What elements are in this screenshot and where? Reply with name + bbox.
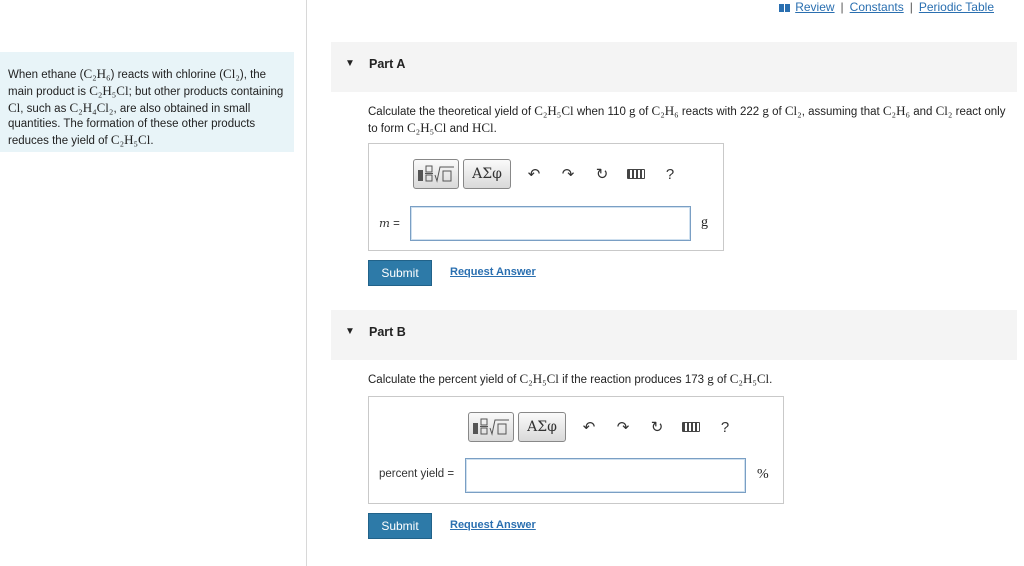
- question-text: of: [768, 106, 785, 118]
- constants-link[interactable]: Constants: [850, 0, 904, 14]
- part-a-label: Part A: [369, 57, 406, 71]
- formula-byproduct: C₂H₄Cl₂: [69, 100, 114, 115]
- question-text: .: [769, 374, 773, 386]
- formula-product: C₂H₅Cl: [110, 132, 151, 147]
- keyboard-icon[interactable]: [676, 412, 706, 442]
- formula-product: C₂H₅Cl: [89, 83, 129, 98]
- question-text: if the reaction produces 173: [558, 374, 708, 386]
- link-separator: |: [840, 0, 844, 14]
- question-text: .: [493, 123, 497, 135]
- question-text: , assuming that: [801, 106, 883, 118]
- part-b-answer-box: ΑΣφ ↶ ↷ ↻ ? percent yield = %: [368, 396, 784, 504]
- variable-m: m: [379, 216, 390, 230]
- formula-ethane: C₂H₆: [882, 103, 911, 118]
- templates-icon: [473, 418, 509, 436]
- answer-unit: %: [757, 467, 769, 482]
- part-a-answer-box: ΑΣφ ↶ ↷ ↻ ? m = g: [368, 143, 724, 251]
- formula-product: C₂H₅Cl: [729, 371, 770, 386]
- formula-cl: Cl: [8, 100, 21, 115]
- variable-label: m =: [379, 216, 400, 230]
- question-text: when 110: [573, 106, 630, 118]
- answer-input[interactable]: [410, 206, 691, 241]
- intro-text: , such as: [20, 103, 70, 115]
- reset-icon[interactable]: ↻: [642, 412, 672, 442]
- question-text: of: [713, 374, 730, 386]
- formula-chlorine: Cl₂: [935, 103, 953, 118]
- question-text: Calculate the theoretical yield of: [368, 106, 535, 118]
- answer-unit: g: [701, 215, 708, 230]
- formula-hcl: HCl: [471, 120, 494, 135]
- formula-ethane: C₂H₆: [83, 66, 111, 81]
- formula-product: C₂H₅Cl: [534, 103, 574, 118]
- answer-input[interactable]: [465, 458, 746, 493]
- request-answer-link[interactable]: Request Answer: [450, 519, 536, 531]
- formula-product: C₂H₅Cl: [406, 120, 447, 135]
- question-text: and: [446, 123, 472, 135]
- request-answer-link[interactable]: Request Answer: [450, 266, 536, 278]
- collapse-triangle-icon[interactable]: ▼: [345, 326, 355, 337]
- greek-letters-button[interactable]: ΑΣφ: [518, 412, 566, 442]
- question-text: and: [910, 106, 936, 118]
- math-toolbar: ΑΣφ ↶ ↷ ↻ ?: [413, 159, 685, 189]
- formula-chlorine: Cl₂: [784, 103, 802, 118]
- part-a-question: Calculate the theoretical yield of C₂H₅C…: [368, 103, 1008, 137]
- templates-button[interactable]: [413, 159, 459, 189]
- column-divider: [306, 0, 307, 566]
- help-icon[interactable]: ?: [710, 412, 740, 442]
- equals-sign: =: [389, 218, 400, 230]
- redo-icon[interactable]: ↷: [553, 159, 583, 189]
- periodic-table-link[interactable]: Periodic Table: [919, 0, 994, 14]
- undo-icon[interactable]: ↶: [574, 412, 604, 442]
- link-separator: |: [909, 0, 913, 14]
- question-text: reacts with 222: [678, 106, 763, 118]
- greek-letters-button[interactable]: ΑΣφ: [463, 159, 511, 189]
- redo-icon[interactable]: ↷: [608, 412, 638, 442]
- problem-intro: When ethane (C₂H₆) reacts with chlorine …: [0, 52, 294, 152]
- formula-ethane: C₂H₆: [651, 103, 679, 118]
- submit-button[interactable]: Submit: [368, 513, 432, 539]
- part-a-header[interactable]: ▼ Part A: [331, 42, 1017, 92]
- math-toolbar: ΑΣφ ↶ ↷ ↻ ?: [468, 412, 740, 442]
- intro-text: ) reacts with chlorine (: [110, 69, 224, 81]
- submit-button[interactable]: Submit: [368, 260, 432, 286]
- question-text: of: [635, 106, 652, 118]
- templates-icon: [418, 165, 454, 183]
- intro-text: ; but other products containing: [128, 86, 284, 98]
- intro-text: .: [150, 135, 154, 147]
- intro-text: When ethane (: [8, 69, 84, 81]
- keyboard-icon[interactable]: [621, 159, 651, 189]
- undo-icon[interactable]: ↶: [519, 159, 549, 189]
- part-b-label: Part B: [369, 325, 406, 339]
- formula-product: C₂H₅Cl: [519, 371, 559, 386]
- book-icon: [779, 3, 791, 12]
- resource-links: Review | Constants | Periodic Table: [779, 0, 994, 14]
- question-text: Calculate the percent yield of: [368, 374, 520, 386]
- help-icon[interactable]: ?: [655, 159, 685, 189]
- collapse-triangle-icon[interactable]: ▼: [345, 58, 355, 69]
- formula-chlorine: Cl₂: [223, 66, 240, 81]
- part-b-question: Calculate the percent yield of C₂H₅Cl if…: [368, 371, 1008, 388]
- templates-button[interactable]: [468, 412, 514, 442]
- variable-label: percent yield =: [379, 468, 455, 480]
- reset-icon[interactable]: ↻: [587, 159, 617, 189]
- part-b-header[interactable]: ▼ Part B: [331, 310, 1017, 360]
- review-link[interactable]: Review: [795, 0, 834, 14]
